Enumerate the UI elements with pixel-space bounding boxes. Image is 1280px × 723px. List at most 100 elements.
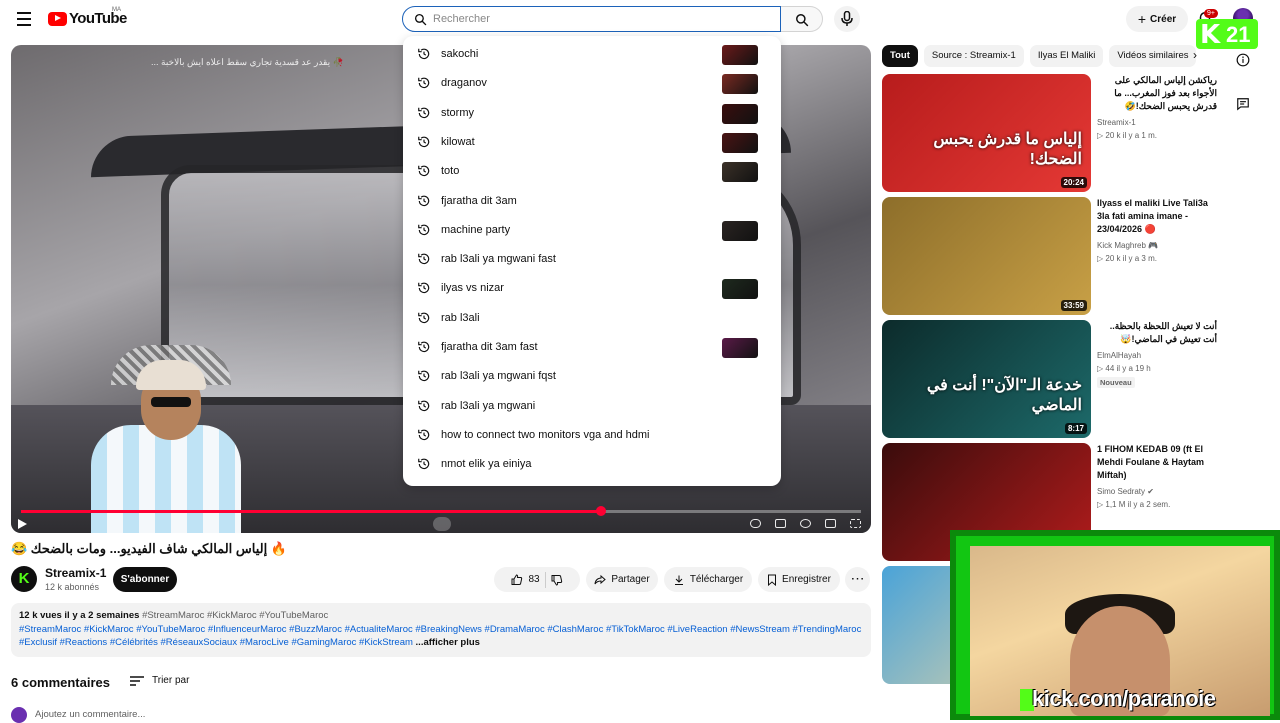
share-label: Partager xyxy=(611,574,650,585)
progress-fill xyxy=(21,510,601,513)
channel-name[interactable]: Kick Maghreb 🎮 xyxy=(1097,241,1158,250)
chip-1[interactable]: Source : Streamix-1 xyxy=(923,45,1024,67)
history-icon xyxy=(418,400,430,411)
show-more-link[interactable]: ...afficher plus xyxy=(416,637,480,648)
suggestion-text: nmot elik ya einiya xyxy=(441,458,532,471)
suggestion-item[interactable]: sakochi xyxy=(403,40,781,69)
share-button[interactable]: Partager xyxy=(586,567,658,592)
chevron-right-icon[interactable]: › xyxy=(1193,48,1197,62)
autoplay-toggle-icon[interactable] xyxy=(750,519,761,528)
recommended-video[interactable]: إلياس ما قدرش يحبس الضحك! 20:24 رياكشن إلي… xyxy=(882,74,1217,192)
video-title[interactable]: Ilyass el maliki Live Tali3a 3la fati am… xyxy=(1097,197,1217,236)
related-filter-chips: Tout Source : Streamix-1 Ilyas El Maliki Vi… xyxy=(882,45,1202,67)
suggestion-item[interactable]: draganov xyxy=(403,69,781,98)
suggestion-thumbnail xyxy=(722,338,758,358)
suggestion-item[interactable]: kilowat xyxy=(403,128,781,157)
play-icon[interactable] xyxy=(17,519,27,529)
subscribe-button[interactable]: S'abonner xyxy=(113,567,177,592)
kick-viewer-badge: K 21 xyxy=(1196,19,1258,50)
download-icon xyxy=(674,575,683,585)
history-icon xyxy=(418,48,430,60)
channel-name[interactable]: Streamix-1 xyxy=(1097,118,1136,127)
channel-name[interactable]: Simo Sedraty ✔ xyxy=(1097,487,1154,496)
video-thumbnail[interactable]: 33:59 xyxy=(882,197,1091,315)
suggestion-item[interactable]: how to connect two monitors vga and hdmi xyxy=(403,421,781,450)
suggestion-item[interactable]: rab l3ali ya mgwani fast xyxy=(403,245,781,274)
feedback-icon[interactable] xyxy=(1236,97,1250,111)
suggestion-item[interactable]: fjaratha dit 3am xyxy=(403,187,781,216)
youtube-logo[interactable]: YouTube MA xyxy=(48,7,127,27)
video-meta: ▷ 20 k il y a 3 m. xyxy=(1097,254,1157,263)
suggestion-text: fjaratha dit 3am fast xyxy=(441,341,538,353)
chevron-up-icon[interactable] xyxy=(433,517,451,531)
suggestion-thumbnail xyxy=(722,74,758,95)
thumbs-down-icon[interactable] xyxy=(551,574,563,586)
search-icon xyxy=(796,14,809,27)
search-suggestions-dropdown: sakochi draganov stormy kilowat toto fjaratha… xyxy=(403,36,781,486)
video-description[interactable]: 12 k vues il y a 2 semaines #StreamMaroc… xyxy=(11,603,871,657)
chip-2[interactable]: Ilyas El Maliki xyxy=(1029,45,1104,67)
add-comment-input[interactable]: Ajoutez un commentaire... xyxy=(35,709,145,720)
search-box[interactable] xyxy=(402,6,781,32)
search-input[interactable] xyxy=(433,10,773,28)
fullscreen-icon[interactable] xyxy=(850,519,861,528)
chip-3[interactable]: Vidéos similaires xyxy=(1109,45,1197,67)
search-icon xyxy=(414,13,427,26)
video-title[interactable]: أنت لا تعيش اللحظة بالحظة.. أنت تعيش في … xyxy=(1097,320,1217,346)
channel-subscriber-count: 12 k abonnés xyxy=(45,582,100,592)
recommended-video[interactable]: 33:59 Ilyass el maliki Live Tali3a 3la fa… xyxy=(882,197,1212,315)
more-actions-icon[interactable]: ⋯ xyxy=(845,567,870,592)
suggestion-text: rab l3ali xyxy=(441,311,480,324)
video-thumbnail[interactable]: خدعة الـ"الآن"! أنت في الماضي 8:17 xyxy=(882,320,1091,438)
history-icon xyxy=(418,107,430,118)
suggestion-item[interactable]: toto xyxy=(403,157,781,186)
suggestion-item[interactable]: stormy xyxy=(403,99,781,128)
suggestion-item[interactable]: fjaratha dit 3am fast xyxy=(403,333,781,362)
subtitles-icon[interactable] xyxy=(775,519,786,528)
save-label: Enregistrer xyxy=(782,574,831,585)
progress-scrubber[interactable] xyxy=(595,506,606,516)
create-button[interactable]: + Créer xyxy=(1126,6,1188,32)
menu-icon[interactable] xyxy=(12,8,36,30)
video-title[interactable]: رياكشن إلياس المالكي على الأجواء بعد فوز… xyxy=(1097,74,1217,113)
comments-count: 6 commentaires xyxy=(11,675,110,690)
description-tags-line3[interactable]: #Exclusif #Reactions #Célébrités #Réseau… xyxy=(19,637,413,648)
video-frame-person xyxy=(91,345,241,533)
video-thumbnail[interactable]: إلياس ما قدرش يحبس الضحك! 20:24 xyxy=(882,74,1091,192)
recommended-video[interactable]: خدعة الـ"الآن"! أنت في الماضي 8:17 أنت لا … xyxy=(882,320,1217,438)
history-icon xyxy=(418,224,430,235)
suggestion-item[interactable]: rab l3ali xyxy=(403,304,781,333)
info-icon[interactable] xyxy=(1236,53,1250,67)
sort-comments-button[interactable]: Trier par xyxy=(130,675,189,686)
history-icon xyxy=(418,429,430,440)
streamer-webcam-overlay: kick.com/paranoie xyxy=(950,530,1280,720)
miniplayer-icon[interactable] xyxy=(825,519,836,528)
microphone-button[interactable] xyxy=(834,6,860,32)
video-title[interactable]: 1 FIHOM KEDAB 09 (ft El Mehdi Foulane & … xyxy=(1097,443,1217,482)
suggestion-item[interactable]: machine party xyxy=(403,216,781,245)
plus-icon: + xyxy=(1137,11,1147,27)
thumbnail-text: إلياس ما قدرش يحبس الضحك! xyxy=(933,131,1082,168)
save-button[interactable]: Enregistrer xyxy=(758,567,840,592)
suggestion-item[interactable]: rab l3ali ya mgwani xyxy=(403,392,781,421)
suggestion-item[interactable]: nmot elik ya einiya xyxy=(403,450,781,479)
sort-icon xyxy=(130,675,144,686)
suggestion-item[interactable]: rab l3ali ya mgwani fqst xyxy=(403,362,781,391)
channel-name[interactable]: ElmAlHayah xyxy=(1097,351,1141,360)
kick-viewer-count: 21 xyxy=(1226,22,1251,47)
history-icon xyxy=(418,136,430,147)
suggestion-text: draganov xyxy=(441,77,487,90)
search-button[interactable] xyxy=(781,6,823,32)
suggestion-text: stormy xyxy=(441,106,474,119)
channel-name[interactable]: Streamix-1 xyxy=(45,566,106,580)
suggestion-thumbnail xyxy=(722,132,758,153)
progress-bar[interactable] xyxy=(21,506,861,516)
settings-gear-icon[interactable] xyxy=(800,519,811,528)
channel-avatar[interactable]: K xyxy=(11,566,37,592)
suggestion-item[interactable]: ilyas vs nizar xyxy=(403,274,781,303)
chip-0[interactable]: Tout xyxy=(882,45,918,67)
like-button[interactable]: 83 xyxy=(511,573,540,586)
download-button[interactable]: Télécharger xyxy=(664,567,752,592)
history-icon xyxy=(418,195,430,206)
description-tags-line2[interactable]: #StreamMaroc #KickMaroc #YouTubeMaroc #I… xyxy=(19,623,863,637)
